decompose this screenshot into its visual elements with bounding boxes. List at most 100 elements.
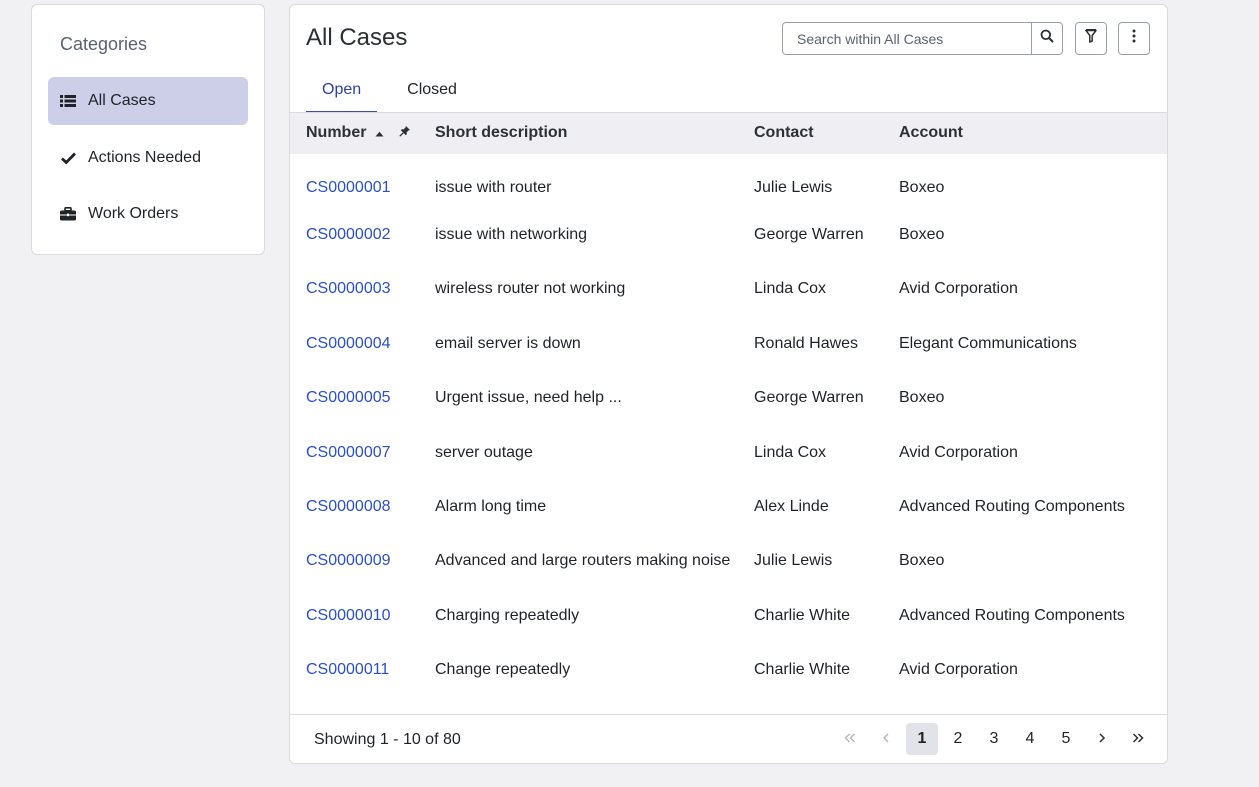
pin-cell — [399, 371, 435, 425]
cases-panel: All Cases Open Closed Number — [289, 4, 1168, 764]
column-header-pin[interactable] — [399, 113, 435, 154]
case-number-link[interactable]: CS0000010 — [306, 607, 391, 624]
pin-cell — [399, 208, 435, 262]
sidebar-item-actions-needed[interactable]: Actions Needed — [48, 134, 248, 182]
case-number-link[interactable]: CS0000008 — [306, 498, 391, 515]
table-row[interactable]: CS0000003 wireless router not working Lind… — [290, 262, 1167, 316]
case-number-link[interactable]: CS0000004 — [306, 335, 391, 352]
table-row[interactable]: CS0000011 Change repeatedly Charlie White A… — [290, 643, 1167, 697]
previous-page-button[interactable] — [870, 723, 902, 755]
case-number-cell: CS0000007 — [290, 425, 399, 479]
page-button[interactable]: 2 — [942, 723, 974, 755]
account-cell: Boxeo — [899, 389, 945, 407]
page-button[interactable]: 1 — [906, 723, 938, 755]
search-icon — [1040, 29, 1054, 48]
more-options-button[interactable] — [1118, 22, 1150, 55]
table-header-row: Number Short description Contact Account — [290, 112, 1167, 154]
account-cell: Avid Corporation — [899, 280, 1018, 298]
table-footer: Showing 1 - 10 of 80 1 2 3 4 5 — [290, 714, 1167, 763]
account-cell: Advanced Routing Components — [899, 498, 1125, 516]
case-number-cell: CS0000011 — [290, 643, 399, 697]
page-title: All Cases — [306, 24, 408, 51]
short-description-cell: Alarm long time — [435, 498, 547, 516]
contact-cell: Charlie White — [754, 606, 851, 624]
short-description-cell: Charging repeatedly — [435, 606, 580, 624]
case-number-link[interactable]: CS0000003 — [306, 280, 391, 297]
account-cell: Boxeo — [899, 178, 945, 196]
case-number-link[interactable]: CS0000009 — [306, 552, 391, 569]
case-number-cell: CS0000005 — [290, 371, 399, 425]
search-input[interactable] — [782, 22, 1032, 55]
table-row[interactable]: CS0000002 issue with networking George War… — [290, 208, 1167, 262]
page-button[interactable]: 3 — [978, 723, 1010, 755]
account-cell: Boxeo — [899, 226, 945, 244]
cases-table-container: Number Short description Contact Account — [290, 112, 1167, 697]
filter-button[interactable] — [1075, 22, 1107, 55]
sidebar-item-work-orders[interactable]: Work Orders — [48, 190, 248, 238]
next-page-button[interactable] — [1086, 723, 1118, 755]
table-row[interactable]: CS0000007 server outage Linda Cox Avid Corp… — [290, 425, 1167, 479]
pin-cell — [399, 643, 435, 697]
account-cell: Advanced Routing Components — [899, 606, 1125, 624]
table-row[interactable]: CS0000008 Alarm long time Alex Linde Advanc… — [290, 480, 1167, 534]
tab-open[interactable]: Open — [306, 71, 378, 113]
contact-cell: Ronald Hawes — [754, 334, 859, 352]
table-row[interactable]: CS0000009 Advanced and large routers maki… — [290, 534, 1167, 588]
last-page-button[interactable] — [1122, 723, 1154, 755]
account-cell: Boxeo — [899, 552, 945, 570]
case-number-link[interactable]: CS0000005 — [306, 389, 391, 406]
chevron-right-icon — [1098, 730, 1106, 748]
pin-cell — [399, 317, 435, 371]
double-chevron-right-icon — [1132, 730, 1144, 748]
column-header-account[interactable]: Account — [899, 113, 1167, 154]
search-button[interactable] — [1031, 22, 1063, 55]
sidebar-item-label: Actions Needed — [88, 149, 201, 166]
table-row[interactable]: CS0000001 issue with router Julie Lewis Box… — [290, 154, 1167, 208]
case-number-link[interactable]: CS0000011 — [306, 661, 389, 678]
table-row[interactable]: CS0000010 Charging repeatedly Charlie Whit… — [290, 589, 1167, 643]
table-row[interactable]: CS0000004 email server is down Ronald Hawe… — [290, 317, 1167, 371]
checkmark-icon — [60, 150, 76, 166]
page-button[interactable]: 4 — [1014, 723, 1046, 755]
pin-cell — [399, 534, 435, 588]
pin-cell — [399, 589, 435, 643]
briefcase-icon — [60, 206, 76, 222]
column-header-contact[interactable]: Contact — [754, 113, 899, 154]
short-description-cell: Change repeatedly — [435, 661, 571, 679]
column-header-number[interactable]: Number — [290, 113, 399, 154]
first-page-button[interactable] — [834, 723, 866, 755]
case-number-cell: CS0000002 — [290, 208, 399, 262]
double-chevron-left-icon — [844, 730, 856, 748]
sidebar-item-label: Work Orders — [88, 205, 179, 222]
tab-closed[interactable]: Closed — [391, 71, 473, 112]
pin-cell — [399, 154, 435, 208]
filter-icon — [1085, 29, 1097, 48]
sidebar-item-all-cases[interactable]: All Cases — [48, 77, 248, 125]
page-button[interactable]: 5 — [1050, 723, 1082, 755]
short-description-cell: server outage — [435, 443, 533, 461]
sidebar-item-label: All Cases — [88, 92, 156, 109]
case-tabs: Open Closed — [306, 71, 473, 113]
case-number-link[interactable]: CS0000007 — [306, 444, 391, 461]
chevron-left-icon — [882, 730, 890, 748]
case-number-link[interactable]: CS0000001 — [306, 179, 391, 196]
account-cell: Elegant Communications — [899, 334, 1077, 352]
pagination: 1 2 3 4 5 — [830, 723, 1154, 755]
pin-icon — [399, 124, 411, 141]
table-row[interactable]: CS0000005 Urgent issue, need help ... Geor… — [290, 371, 1167, 425]
short-description-cell: Advanced and large routers making noise — [435, 552, 731, 570]
contact-cell: Julie Lewis — [754, 178, 833, 196]
short-description-cell: issue with router — [435, 178, 552, 196]
column-header-short-description[interactable]: Short description — [435, 113, 754, 154]
pin-cell — [399, 262, 435, 316]
case-number-cell: CS0000010 — [290, 589, 399, 643]
case-number-link[interactable]: CS0000002 — [306, 226, 391, 243]
case-number-cell: CS0000008 — [290, 480, 399, 534]
contact-cell: Linda Cox — [754, 280, 827, 298]
case-number-cell: CS0000004 — [290, 317, 399, 371]
contact-cell: Alex Linde — [754, 498, 829, 516]
sort-ascending-icon — [375, 124, 384, 142]
cases-table: Number Short description Contact Account — [290, 112, 1167, 697]
contact-cell: George Warren — [754, 389, 864, 407]
pin-cell — [399, 425, 435, 479]
